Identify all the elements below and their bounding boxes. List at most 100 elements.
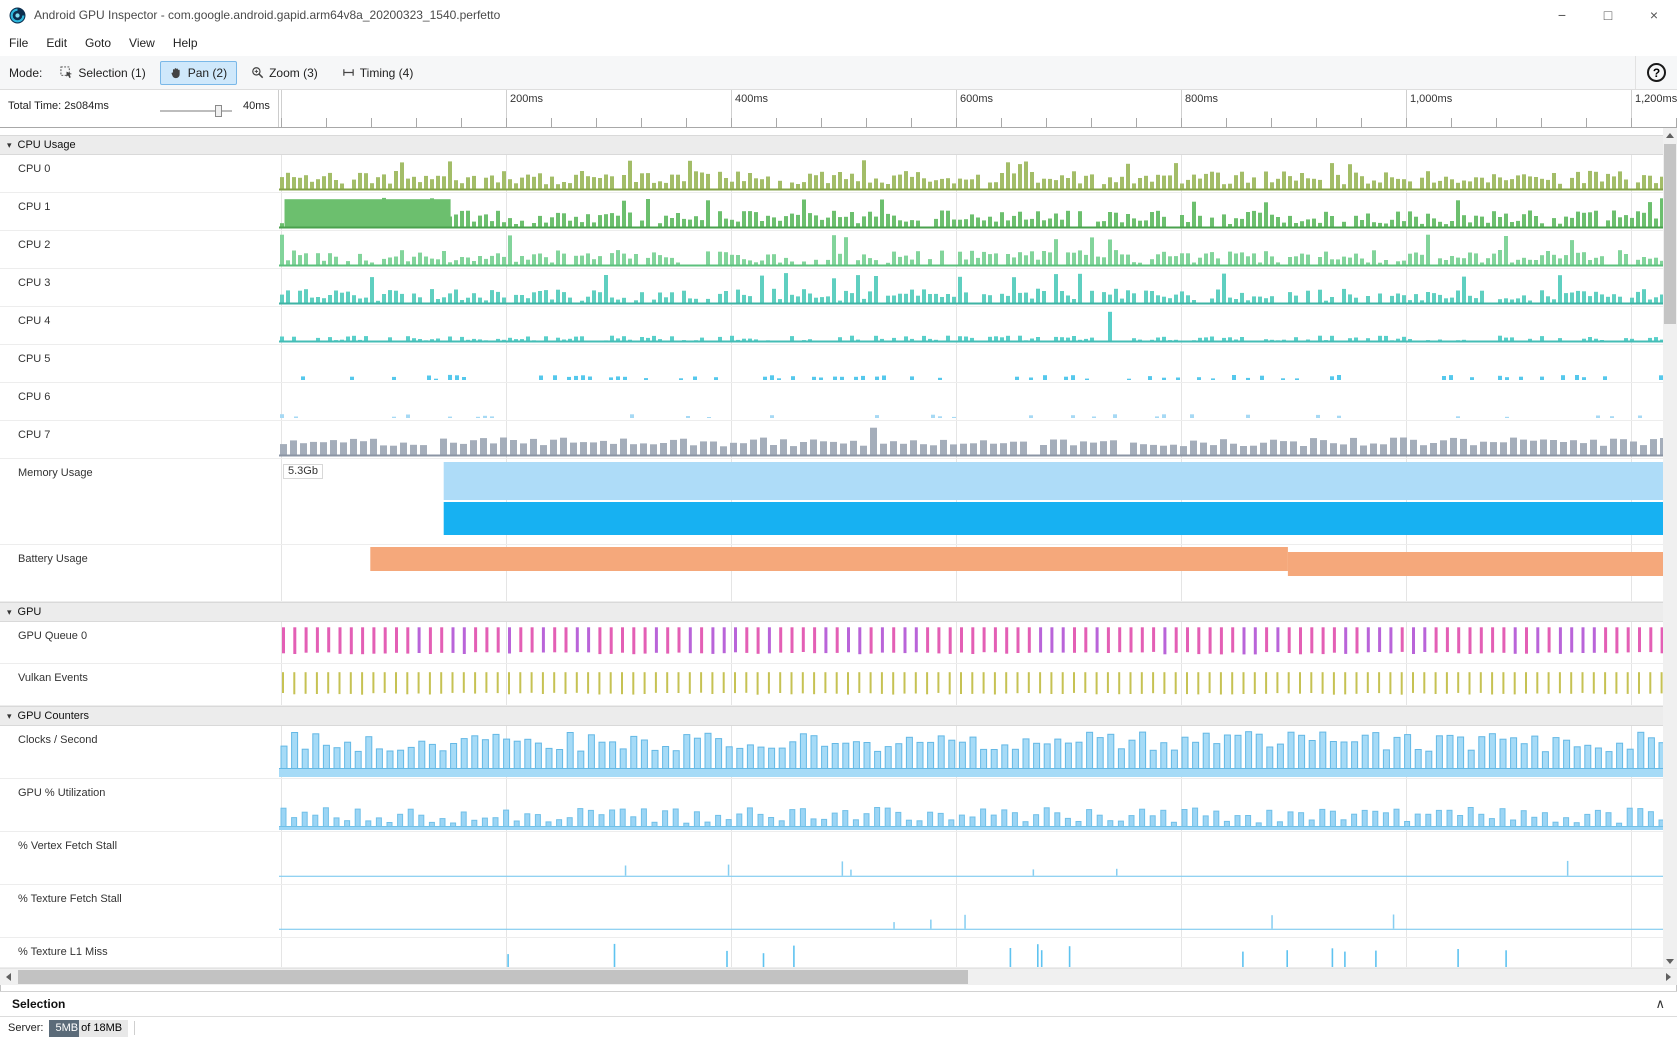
ruler-tick-label: 1,200ms [1635,93,1677,105]
track-cpu-5[interactable]: CPU 5 [0,345,1663,383]
total-time-label: Total Time: 2s084ms [8,100,109,112]
scroll-up-icon[interactable] [1663,128,1677,142]
track-chart-cpu-1[interactable] [279,193,1663,230]
menu-edit[interactable]: Edit [37,30,76,56]
track-texture-fetch-stall[interactable]: % Texture Fetch Stall [0,885,1663,938]
help-button[interactable]: ? [1635,56,1677,89]
track-chart-cpu-0[interactable] [279,155,1663,192]
collapse-panel-icon[interactable]: ∧ [1655,996,1665,1012]
track-label-clocks-per-second: Clocks / Second [0,726,279,778]
ruler-minor-ticks [279,118,1677,127]
timing-icon [342,66,355,79]
track-label-gpu-queue-0: GPU Queue 0 [0,622,279,663]
section-header-gpu[interactable]: ▾GPU [0,602,1663,622]
track-chart-cpu-2[interactable] [279,231,1663,268]
track-chart-cpu-5[interactable] [279,345,1663,382]
track-vulkan-events[interactable]: Vulkan Events [0,664,1663,706]
maximize-button[interactable]: □ [1585,0,1631,30]
track-cpu-0[interactable]: CPU 0 [0,155,1663,193]
zoom-slider-handle[interactable] [215,105,222,117]
zoom-scale-label: 40ms [243,100,270,112]
horizontal-scroll-thumb[interactable] [18,970,968,984]
server-label: Server: [8,1022,43,1034]
battery-usage-chart-svg [279,545,1663,601]
track-chart-cpu-3[interactable] [279,269,1663,306]
minimize-button[interactable]: − [1539,0,1585,30]
vertical-scrollbar[interactable] [1663,128,1677,968]
scroll-right-icon[interactable] [1660,969,1677,985]
track-clocks-per-second[interactable]: Clocks / Second [0,726,1663,779]
track-label-cpu-1: CPU 1 [0,193,279,230]
timing-mode-label: Timing (4) [360,66,414,80]
track-label-texture-l1-miss: % Texture L1 Miss [0,938,279,967]
track-chart-memory-usage[interactable]: 5.3Gb [279,459,1663,544]
vertical-scroll-thumb[interactable] [1664,144,1676,324]
menu-view[interactable]: View [120,30,164,56]
pan-mode-label: Pan (2) [188,66,227,80]
track-label-cpu-0: CPU 0 [0,155,279,192]
track-cpu-1[interactable]: CPU 1 [0,193,1663,231]
selection-mode-label: Selection (1) [78,66,145,80]
track-chart-texture-fetch-stall[interactable] [279,885,1663,937]
collapse-arrow-icon[interactable]: ▾ [7,140,12,151]
track-gpu-queue-0[interactable]: GPU Queue 0 [0,622,1663,664]
close-button[interactable]: × [1631,0,1677,30]
track-vertex-fetch-stall[interactable]: % Vertex Fetch Stall [0,832,1663,885]
menu-goto[interactable]: Goto [76,30,120,56]
track-cpu-6[interactable]: CPU 6 [0,383,1663,421]
window-controls: − □ × [1539,0,1677,30]
pan-mode-button[interactable]: Pan (2) [160,61,237,85]
server-memory-badge: 5MB of 18MB 5MB of 18MB [49,1020,128,1037]
track-memory-usage[interactable]: Memory Usage5.3Gb [0,459,1663,545]
track-chart-cpu-6[interactable] [279,383,1663,420]
selection-icon [60,66,73,79]
collapse-arrow-icon[interactable]: ▾ [7,711,12,722]
track-chart-gpu-utilization[interactable] [279,779,1663,831]
track-label-memory-usage: Memory Usage [0,459,279,544]
mode-label: Mode: [9,66,42,80]
track-chart-vertex-fetch-stall[interactable] [279,832,1663,884]
track-chart-gpu-queue-0[interactable] [279,622,1663,663]
track-chart-cpu-4[interactable] [279,307,1663,344]
track-chart-clocks-per-second[interactable] [279,726,1663,778]
app-icon [9,7,26,24]
selection-panel-header[interactable]: Selection ∧ [0,991,1677,1016]
track-battery-usage[interactable]: Battery Usage [0,545,1663,602]
menu-file[interactable]: File [0,30,37,56]
collapse-arrow-icon[interactable]: ▾ [7,607,12,618]
ruler-tick-label: 400ms [735,93,768,105]
timing-mode-button[interactable]: Timing (4) [332,61,424,85]
track-gpu-utilization[interactable]: GPU % Utilization [0,779,1663,832]
track-chart-cpu-7[interactable] [279,421,1663,458]
ruler-tick-label: 600ms [960,93,993,105]
track-chart-battery-usage[interactable] [279,545,1663,601]
texture-fetch-stall-chart-svg [279,885,1663,937]
zoom-slider[interactable] [160,110,232,112]
track-cpu-2[interactable]: CPU 2 [0,231,1663,269]
track-label-cpu-7: CPU 7 [0,421,279,458]
track-texture-l1-miss[interactable]: % Texture L1 Miss [0,938,1663,968]
track-cpu-4[interactable]: CPU 4 [0,307,1663,345]
track-cpu-3[interactable]: CPU 3 [0,269,1663,307]
help-icon: ? [1647,63,1666,82]
ruler-scale[interactable]: 200ms400ms600ms800ms1,000ms1,200ms [279,90,1677,127]
cpu-3-chart-svg [279,269,1663,306]
track-chart-vulkan-events[interactable] [279,664,1663,705]
track-list: ▾CPU UsageCPU 0CPU 1CPU 2CPU 3CPU 4CPU 5… [0,128,1677,968]
scroll-down-icon[interactable] [1663,954,1677,968]
ruler-tick-label: 800ms [1185,93,1218,105]
gpu-queue-0-chart-svg [279,622,1663,663]
menu-help[interactable]: Help [164,30,207,56]
track-chart-texture-l1-miss[interactable] [279,938,1663,967]
section-header-gpu-counters[interactable]: ▾GPU Counters [0,706,1663,726]
selection-mode-button[interactable]: Selection (1) [50,61,155,85]
track-cpu-7[interactable]: CPU 7 [0,421,1663,459]
track-label-cpu-6: CPU 6 [0,383,279,420]
title-bar: Android GPU Inspector - com.google.andro… [0,0,1677,30]
horizontal-scrollbar[interactable] [0,968,1677,985]
zoom-mode-button[interactable]: Zoom (3) [241,61,328,85]
section-header-cpu-usage[interactable]: ▾CPU Usage [0,135,1663,155]
cpu-7-chart-svg [279,421,1663,458]
scroll-left-icon[interactable] [0,969,17,985]
pan-icon [170,66,183,79]
